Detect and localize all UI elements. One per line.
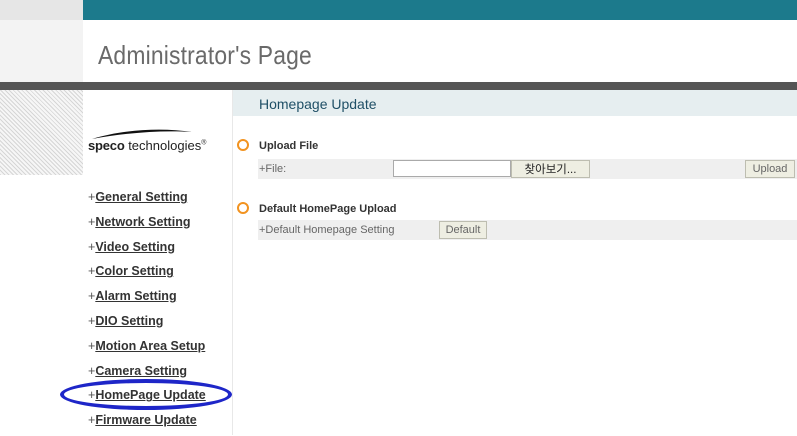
- nav-label[interactable]: Color Setting: [95, 264, 173, 278]
- browse-button[interactable]: 찾아보기...: [511, 160, 590, 178]
- header-divider: [0, 82, 797, 90]
- sidebar-item-color-setting[interactable]: +Color Setting: [88, 262, 228, 287]
- file-label: +File:: [259, 163, 287, 175]
- logo-brand-bold: speco: [88, 138, 125, 153]
- nav-label[interactable]: HomePage Update: [95, 388, 205, 402]
- sidebar-item-firmware-update[interactable]: +Firmware Update: [88, 411, 228, 436]
- hatch-pattern: [0, 90, 83, 175]
- file-path-input[interactable]: [393, 160, 511, 177]
- header-left-panel: [0, 20, 83, 82]
- top-bar: [83, 0, 797, 20]
- sidebar-item-homepage-update[interactable]: +HomePage Update: [88, 386, 228, 411]
- logo-brand-rest: technologies: [124, 138, 202, 153]
- nav-label[interactable]: Alarm Setting: [95, 289, 176, 303]
- sidebar-item-network-setting[interactable]: +Network Setting: [88, 213, 228, 238]
- default-section-bullet-icon: [237, 202, 249, 214]
- sidebar-item-camera-setting[interactable]: +Camera Setting: [88, 362, 228, 387]
- sidebar-item-motion-area-setup[interactable]: +Motion Area Setup: [88, 337, 228, 362]
- nav-label[interactable]: Motion Area Setup: [95, 339, 205, 353]
- sidebar-item-video-setting[interactable]: +Video Setting: [88, 238, 228, 263]
- sidebar-item-alarm-setting[interactable]: +Alarm Setting: [88, 287, 228, 312]
- upload-section-title: Upload File: [259, 140, 319, 152]
- nav-label[interactable]: Video Setting: [95, 240, 175, 254]
- logo-text: speco technologies®: [88, 138, 206, 153]
- default-button[interactable]: Default: [439, 221, 487, 239]
- logo-registered-mark: ®: [201, 139, 207, 147]
- nav-label[interactable]: Network Setting: [95, 215, 190, 229]
- sidebar-item-dio-setting[interactable]: +DIO Setting: [88, 312, 228, 337]
- sidebar-separator: [232, 90, 233, 435]
- nav-label[interactable]: Firmware Update: [95, 413, 196, 427]
- nav-label[interactable]: General Setting: [95, 190, 187, 204]
- sidebar-nav: +General Setting +Network Setting +Video…: [88, 188, 228, 436]
- nav-label[interactable]: DIO Setting: [95, 314, 163, 328]
- default-setting-label: +Default Homepage Setting: [259, 224, 395, 236]
- speco-logo: speco technologies®: [88, 128, 228, 158]
- content-title: Homepage Update: [259, 96, 377, 112]
- top-bar-left: [0, 0, 83, 20]
- page-title: Administrator's Page: [98, 40, 312, 70]
- upload-button[interactable]: Upload: [745, 160, 795, 178]
- default-section-title: Default HomePage Upload: [259, 203, 397, 215]
- nav-label[interactable]: Camera Setting: [95, 364, 187, 378]
- sidebar-item-general-setting[interactable]: +General Setting: [88, 188, 228, 213]
- upload-section-bullet-icon: [237, 139, 249, 151]
